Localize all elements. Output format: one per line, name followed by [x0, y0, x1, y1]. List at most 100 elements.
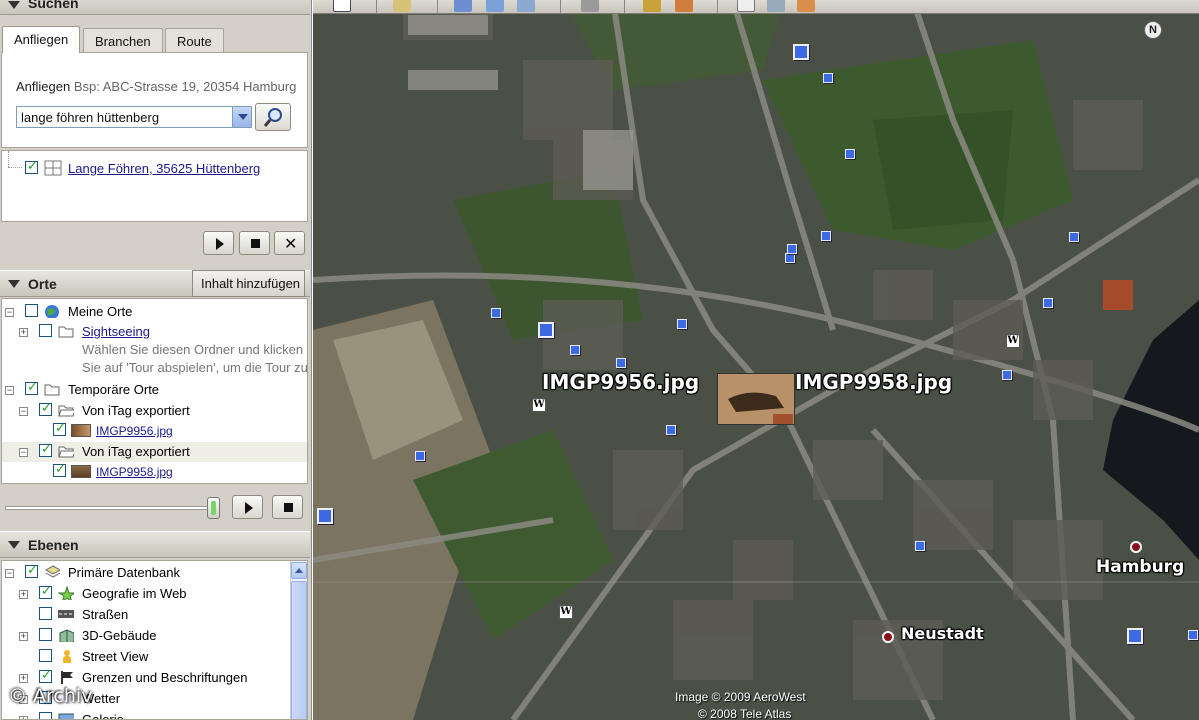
collapse-toggle[interactable]: −	[5, 386, 14, 395]
layer-primaere-datenbank[interactable]: − Primäre Datenbank	[2, 562, 290, 583]
search-result-link[interactable]: Lange Föhren, 35625 Hüttenberg	[68, 161, 260, 176]
collapse-toggle[interactable]: −	[19, 407, 28, 416]
collapse-triangle-icon[interactable]	[8, 541, 20, 549]
layer-strassen[interactable]: Straßen	[2, 605, 290, 625]
photo-placemark[interactable]	[1069, 232, 1079, 242]
photo-placemark[interactable]	[785, 253, 795, 263]
polygon-icon[interactable]	[454, 0, 472, 12]
sun-icon[interactable]	[643, 0, 661, 12]
photo-placemark[interactable]	[570, 345, 580, 355]
layer-galerie[interactable]: + Galerie	[2, 710, 290, 719]
search-section-header[interactable]: Suchen	[0, 0, 310, 15]
wikipedia-w-icon[interactable]: W	[1006, 334, 1020, 348]
collapse-toggle[interactable]: −	[5, 308, 14, 317]
scrollbar-thumb[interactable]	[291, 581, 307, 719]
play-tour-button[interactable]	[232, 495, 263, 519]
tab-route[interactable]: Route	[165, 28, 224, 53]
layers-scrollbar[interactable]	[290, 561, 307, 719]
layer-checkbox[interactable]	[39, 607, 52, 620]
photo-placemark[interactable]	[823, 73, 833, 83]
tree-item-itag-export-2[interactable]: − Von iTag exportiert	[2, 441, 307, 462]
item-checkbox[interactable]	[25, 304, 38, 317]
tour-slider-track[interactable]	[5, 506, 219, 510]
tab-anfliegen[interactable]: Anfliegen	[2, 26, 81, 53]
layers-section-header[interactable]: Ebenen	[0, 531, 310, 558]
tree-item-imgp9956[interactable]: IMGP9956.jpg	[2, 420, 307, 441]
sidebar-toggle-icon[interactable]	[333, 0, 351, 12]
layer-checkbox[interactable]	[25, 562, 38, 578]
expand-toggle[interactable]: +	[19, 716, 28, 719]
tour-slider-thumb[interactable]	[207, 497, 220, 519]
stop-tour-button[interactable]	[239, 231, 270, 255]
photo-placemark[interactable]	[793, 44, 809, 60]
planets-icon[interactable]	[675, 0, 693, 12]
item-checkbox[interactable]	[39, 441, 52, 457]
maps-icon[interactable]	[797, 0, 815, 12]
photo-placemark[interactable]	[677, 319, 687, 329]
photo-placemark[interactable]	[1188, 630, 1198, 640]
layer-checkbox[interactable]	[39, 712, 52, 719]
tree-item-meine-orte[interactable]: − Meine Orte	[2, 302, 307, 322]
play-tour-button[interactable]	[203, 231, 234, 255]
expand-toggle[interactable]: +	[19, 328, 28, 337]
layer-3d-gebaeude[interactable]: + 3D-Gebäude	[2, 626, 290, 646]
photo-label[interactable]: IMGP9956.jpg	[542, 370, 699, 394]
photo-placemark[interactable]	[491, 308, 501, 318]
layer-checkbox[interactable]	[39, 583, 52, 599]
item-checkbox[interactable]	[53, 420, 66, 436]
add-content-button[interactable]: Inhalt hinzufügen	[192, 270, 305, 297]
placemark-pin-icon[interactable]	[393, 0, 411, 12]
photo-placemark[interactable]	[666, 425, 676, 435]
photo-placemark[interactable]	[616, 358, 626, 368]
collapse-triangle-icon[interactable]	[8, 280, 20, 288]
wikipedia-w-icon[interactable]: W	[559, 605, 573, 619]
item-link[interactable]: Sightseeing	[82, 324, 150, 339]
item-link[interactable]: IMGP9956.jpg	[96, 424, 173, 438]
layer-checkbox[interactable]	[39, 649, 52, 662]
photo-placemark[interactable]	[317, 508, 333, 524]
item-checkbox[interactable]	[53, 461, 66, 477]
photo-label[interactable]: IMGP9958.jpg	[795, 370, 952, 394]
place-dot-icon[interactable]	[882, 631, 894, 643]
email-icon[interactable]	[737, 0, 755, 12]
layer-geografie-im-web[interactable]: + Geografie im Web	[2, 583, 290, 604]
tree-item-itag-export-1[interactable]: − Von iTag exportiert	[2, 400, 307, 421]
item-checkbox[interactable]	[39, 400, 52, 416]
photo-placemark[interactable]	[915, 541, 925, 551]
photo-thumbnail-overlay[interactable]	[717, 373, 795, 425]
photo-placemark[interactable]	[415, 451, 425, 461]
collapse-toggle[interactable]: −	[5, 569, 14, 578]
search-input[interactable]	[16, 106, 252, 128]
photo-placemark[interactable]	[1127, 628, 1143, 644]
stop-tour-button[interactable]	[272, 495, 303, 519]
item-link[interactable]: IMGP9958.jpg	[96, 465, 173, 479]
expand-toggle[interactable]: +	[19, 674, 28, 683]
photo-placemark[interactable]	[821, 231, 831, 241]
expand-toggle[interactable]: +	[19, 632, 28, 641]
layer-street-view[interactable]: Street View	[2, 647, 290, 667]
expand-toggle[interactable]: +	[19, 590, 28, 599]
photo-placemark[interactable]	[538, 322, 554, 338]
search-history-dropdown[interactable]	[232, 107, 251, 127]
item-checkbox[interactable]	[25, 379, 38, 395]
item-checkbox[interactable]	[39, 324, 52, 337]
print-icon[interactable]	[767, 0, 785, 12]
compass-north-icon[interactable]: N	[1144, 21, 1162, 39]
photo-placemark[interactable]	[787, 244, 797, 254]
collapse-toggle[interactable]: −	[19, 448, 28, 457]
search-button[interactable]	[255, 103, 291, 131]
scroll-up-button[interactable]	[291, 562, 307, 579]
image-overlay-icon[interactable]	[517, 0, 535, 12]
clear-results-button[interactable]: ✕	[274, 231, 305, 255]
place-label[interactable]: Neustadt	[901, 624, 984, 643]
path-icon[interactable]	[486, 0, 504, 12]
layer-checkbox[interactable]	[39, 667, 52, 683]
photo-placemark[interactable]	[845, 149, 855, 159]
tree-item-imgp9958[interactable]: IMGP9958.jpg	[2, 461, 307, 482]
tree-item-temporaere-orte[interactable]: − Temporäre Orte	[2, 379, 307, 400]
place-label[interactable]: Hamburg	[1096, 557, 1184, 577]
place-dot-icon[interactable]	[1130, 541, 1142, 553]
ruler-icon[interactable]	[581, 0, 599, 12]
layer-checkbox[interactable]	[39, 628, 52, 641]
tree-item-sightseeing[interactable]: + Sightseeing	[2, 322, 307, 342]
